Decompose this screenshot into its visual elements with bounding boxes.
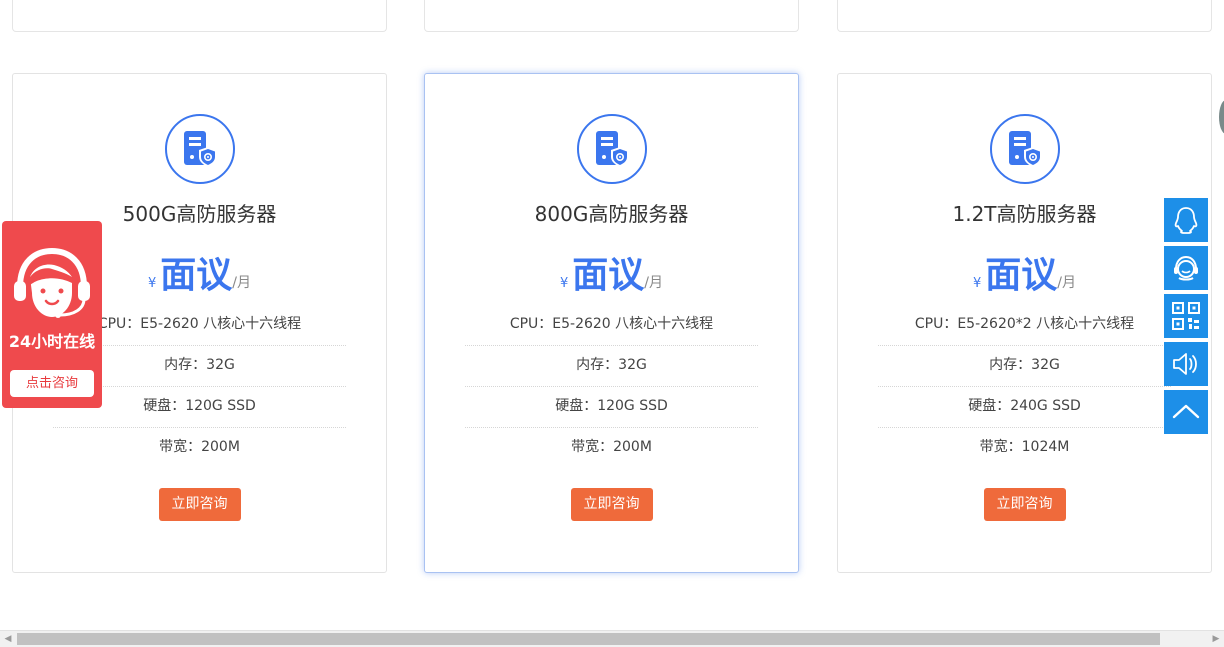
previous-card-1	[12, 0, 387, 32]
scroll-right-arrow-icon[interactable]: ▶	[1208, 631, 1224, 647]
currency-symbol: ¥	[147, 276, 157, 291]
speaker-icon	[1173, 353, 1197, 375]
spec-memory: 内存：32G	[465, 345, 758, 387]
spec-memory: 内存：32G	[878, 345, 1171, 387]
spec-bandwidth: 带宽：1024M	[979, 439, 1070, 455]
online-24h-label: 24小时在线	[8, 332, 96, 351]
scroll-left-arrow-icon[interactable]: ◀	[0, 631, 16, 647]
card-title: 800G高防服务器	[534, 202, 689, 226]
price-value: 面议	[985, 255, 1058, 296]
server-card-1-2t: 1.2T高防服务器 ¥ 面议/月 CPU：E5-2620*2 八核心十六线程 内存…	[837, 73, 1212, 573]
qr-code-button[interactable]	[1164, 294, 1208, 338]
price-unit: /月	[1057, 275, 1076, 291]
partial-float-button[interactable]	[1219, 100, 1224, 134]
spec-disk: 硬盘：240G SSD	[878, 386, 1171, 428]
spec-bandwidth: 带宽：200M	[571, 439, 652, 455]
server-shield-icon	[164, 114, 235, 184]
server-card-800g: 800G高防服务器 ¥ 面议/月 CPU：E5-2620 八核心十六线程 内存：3…	[424, 73, 799, 573]
price-unit: /月	[232, 275, 251, 291]
consult-now-button[interactable]: 立即咨询	[158, 488, 241, 521]
spec-cpu: CPU：E5-2620*2 八核心十六线程	[878, 304, 1171, 346]
server-shield-icon	[576, 114, 647, 184]
click-consult-button[interactable]: 点击咨询	[10, 370, 94, 397]
consult-now-button[interactable]: 立即咨询	[983, 488, 1066, 521]
previous-card-2	[424, 0, 799, 32]
previous-card-3	[837, 0, 1212, 32]
spec-cpu: CPU：E5-2620 八核心十六线程	[465, 304, 758, 346]
online-service-widget[interactable]: 24小时在线 点击咨询	[2, 221, 102, 408]
customer-service-icon	[1174, 255, 1198, 281]
scrollbar-thumb[interactable]	[17, 633, 1160, 645]
price-row: ¥ 面议/月	[838, 246, 1211, 298]
server-shield-icon	[989, 114, 1060, 184]
price-value: 面议	[160, 255, 233, 296]
customer-service-avatar-icon	[14, 247, 90, 318]
card-title: 1.2T高防服务器	[952, 202, 1097, 226]
consult-now-button[interactable]: 立即咨询	[570, 488, 653, 521]
customer-service-button[interactable]	[1164, 246, 1208, 290]
horizontal-scrollbar[interactable]: ◀ ▶	[0, 630, 1224, 647]
qr-code-icon	[1172, 302, 1200, 330]
price-row: ¥ 面议/月	[425, 246, 798, 298]
spec-disk: 硬盘：120G SSD	[465, 386, 758, 428]
back-to-top-icon	[1172, 404, 1200, 419]
currency-symbol: ¥	[972, 276, 982, 291]
qq-button[interactable]	[1164, 198, 1208, 242]
currency-symbol: ¥	[559, 276, 569, 291]
back-to-top-button[interactable]	[1164, 390, 1208, 434]
qq-icon	[1174, 207, 1198, 234]
price-value: 面议	[572, 255, 645, 296]
announcement-button[interactable]	[1164, 342, 1208, 386]
price-unit: /月	[644, 275, 663, 291]
spec-bandwidth: 带宽：200M	[159, 439, 240, 455]
